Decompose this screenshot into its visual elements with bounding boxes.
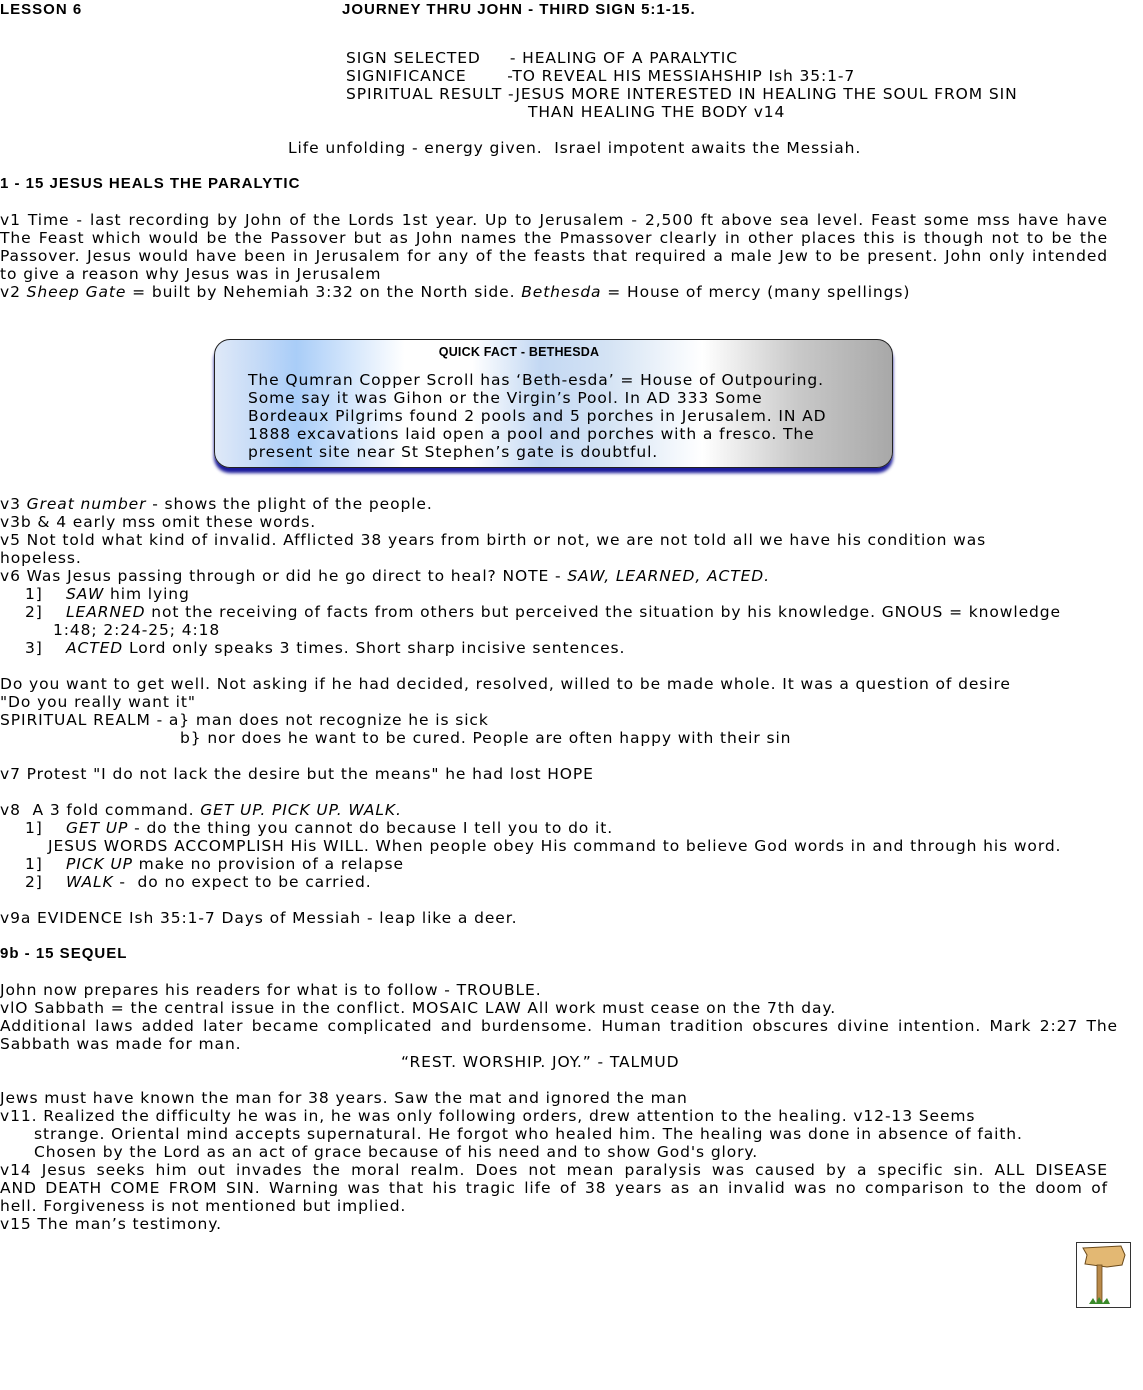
list-item: GET UP - do the thing you cannot do beca… — [66, 819, 614, 837]
list-number: 2] — [25, 603, 43, 621]
signpost-icon — [1076, 1242, 1131, 1308]
v1-line: to give a reason why Jesus was in Jerusa… — [0, 265, 382, 283]
tagline: Life unfolding - energy given. Israel im… — [288, 139, 862, 157]
sequel-line: John now prepares his readers for what i… — [0, 981, 542, 999]
sequel-line: hell. Forgiveness is not mentioned but i… — [0, 1197, 407, 1215]
v3b-line: v3b & 4 early mss omit these words. — [0, 513, 317, 531]
sequel-line: v15 The man’s testimony. — [0, 1215, 222, 1233]
list-number: 2] — [25, 873, 43, 891]
sequel-line: AND DEATH COME FROM SIN. Warning was tha… — [0, 1179, 1108, 1197]
sequel-line: v11. Realized the difficulty he was in, … — [0, 1107, 976, 1125]
talmud-quote: “REST. WORSHIP. JOY.” - TALMUD — [401, 1053, 680, 1071]
v9a-line: v9a EVIDENCE Ish 35:1-7 Days of Messiah … — [0, 909, 518, 927]
sequel-line: Sabbath was made for man. — [0, 1035, 242, 1053]
sequel-line: vlO Sabbath = the central issue in the c… — [0, 999, 837, 1017]
summary-significance: SIGNIFICANCE -TO REVEAL HIS MESSIAHSHIP … — [346, 67, 856, 85]
sequel-line: Chosen by the Lord as an act of grace be… — [34, 1143, 759, 1161]
desire-line: Do you want to get well. Not asking if h… — [0, 675, 1011, 693]
desire-line: "Do you really want it" — [0, 693, 196, 711]
summary-result-cont: THAN HEALING THE BODY v14 — [528, 103, 786, 121]
lesson-label: LESSON 6 — [0, 1, 83, 18]
list-item: ACTED Lord only speaks 3 times. Short sh… — [66, 639, 626, 657]
list-number: 1] — [25, 819, 43, 837]
v8-line: v8 A 3 fold command. GET UP. PICK UP. WA… — [0, 801, 402, 819]
page-title: JOURNEY THRU JOHN - THIRD SIGN 5:1-15. — [342, 1, 696, 18]
v1-line: v1 Time - last recording by John of the … — [0, 211, 1108, 229]
realm-line: SPIRITUAL REALM - a} man does not recogn… — [0, 711, 489, 729]
list-item: WALK - do no expect to be carried. — [66, 873, 372, 891]
summary-sign: SIGN SELECTED - HEALING OF A PARALYTIC — [346, 49, 738, 67]
list-item-cont: JESUS WORDS ACCOMPLISH His WILL. When pe… — [48, 837, 1062, 855]
v1-line: Passover. Jesus would have been in Jerus… — [0, 247, 1108, 265]
summary-result: SPIRITUAL RESULT -JESUS MORE INTERESTED … — [346, 85, 1018, 103]
v6-line: v6 Was Jesus passing through or did he g… — [0, 567, 770, 585]
sequel-line: Additional laws added later became compl… — [0, 1017, 1118, 1035]
v1-line: The Feast which would be the Passover bu… — [0, 229, 1108, 247]
quick-fact-title: QUICK FACT - BETHESDA — [438, 345, 600, 359]
v7-line: v7 Protest "I do not lack the desire but… — [0, 765, 594, 783]
list-item-cont: 1:48; 2:24-25; 4:18 — [53, 621, 221, 639]
section1-heading: 1 - 15 JESUS HEALS THE PARALYTIC — [0, 175, 301, 192]
quick-fact-body: The Qumran Copper Scroll has ‘Beth-esda’… — [248, 371, 827, 461]
list-item: LEARNED not the receiving of facts from … — [66, 603, 1061, 621]
v2-line: v2 Sheep Gate = built by Nehemiah 3:32 o… — [0, 283, 911, 301]
list-number: 1] — [25, 855, 43, 873]
realm-line: b} nor does he want to be cured. People … — [180, 729, 792, 747]
sequel-line: v14 Jesus seeks him out invades the mora… — [0, 1161, 1108, 1179]
list-number: 3] — [25, 639, 43, 657]
quick-fact-box: QUICK FACT - BETHESDA The Qumran Copper … — [214, 339, 893, 468]
list-number: 1] — [25, 585, 43, 603]
list-item: PICK UP make no provision of a relapse — [66, 855, 404, 873]
sequel-line: Jews must have known the man for 38 year… — [0, 1089, 688, 1107]
list-item: SAW him lying — [66, 585, 190, 603]
sequel-line: strange. Oriental mind accepts supernatu… — [34, 1125, 1023, 1143]
section2-heading: 9b - 15 SEQUEL — [0, 945, 128, 962]
v3-line: v3 Great number - shows the plight of th… — [0, 495, 433, 513]
v5-line: v5 Not told what kind of invalid. Afflic… — [0, 531, 987, 549]
v5-line: hopeless. — [0, 549, 82, 567]
